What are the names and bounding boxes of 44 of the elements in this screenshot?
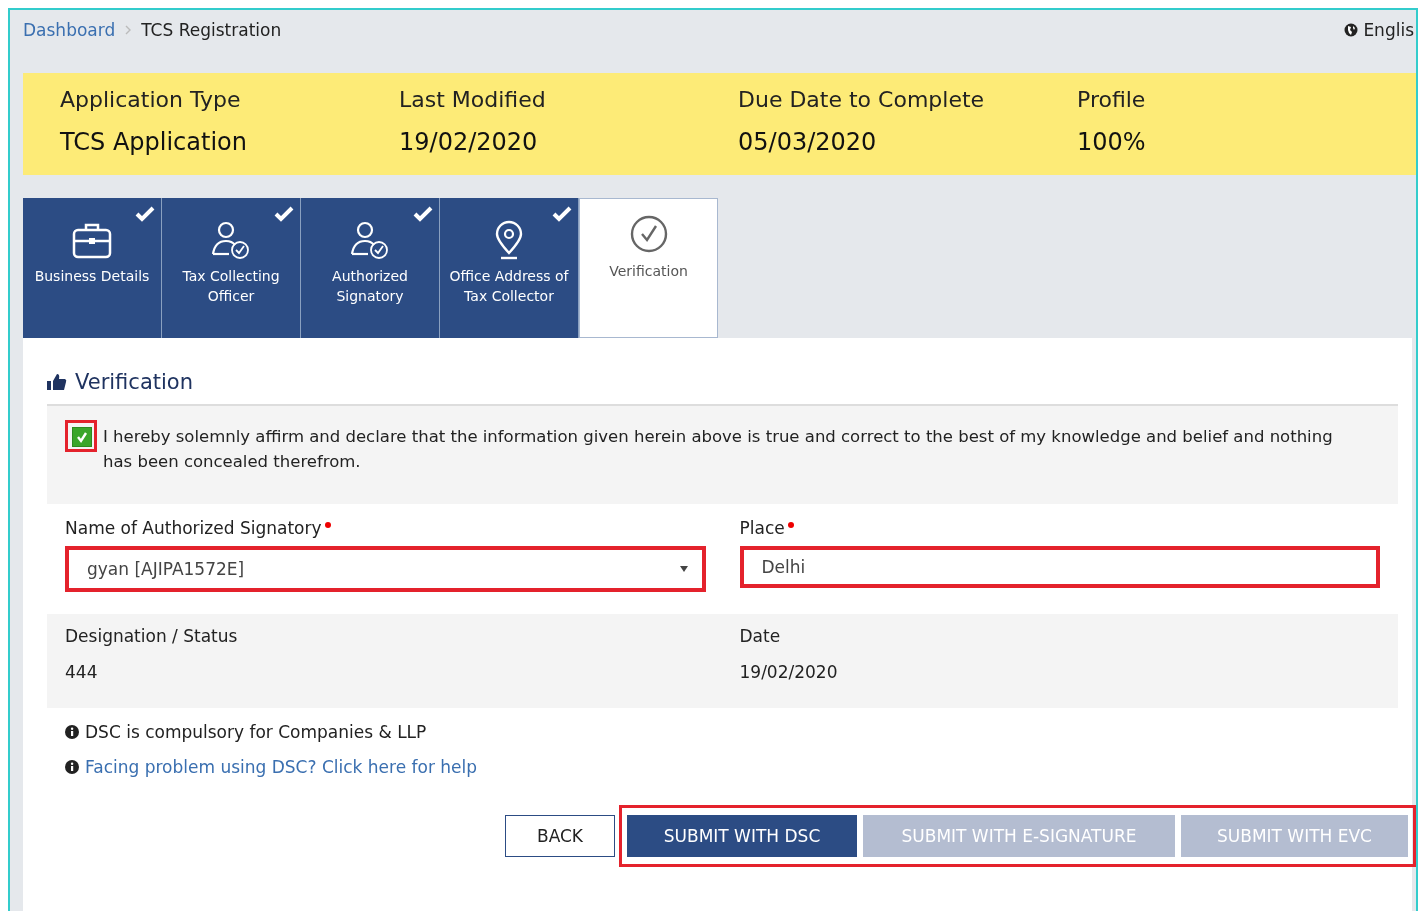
back-button[interactable]: BACK (505, 815, 615, 857)
info-icon (65, 725, 79, 739)
person-check-icon (210, 220, 252, 260)
checkmark-icon (274, 206, 294, 222)
language-link[interactable]: Englis (1344, 20, 1414, 40)
info-label: Designation / Status (65, 626, 239, 646)
summary-label: Application Type (60, 87, 242, 112)
caret-icon (679, 566, 688, 572)
info-value: 444 (65, 662, 99, 682)
summary-label: Last Modified (399, 87, 547, 112)
breadcrumb-link[interactable]: Dashboard (23, 20, 116, 40)
info-value: 19/02/2020 (739, 662, 839, 682)
person-check-icon (349, 220, 391, 260)
step-tab[interactable]: Office Address of Tax Collector (440, 198, 579, 338)
info-label: Date (739, 626, 782, 646)
declaration-text: I hereby solemnly affirm and declare that the information given herein above is true and correct to the best of my knowledge and belief and nothing has been concealed therefrom. (103, 426, 1334, 473)
note-text: DSC is compulsory for Companies & LLP (85, 722, 427, 742)
place-input-field[interactable]: Delhi (739, 546, 1380, 588)
breadcrumb-current: TCS Registration (141, 20, 282, 40)
checkmark-icon (552, 206, 572, 222)
help-link[interactable]: Facing problem using DSC? Click here for help (85, 757, 478, 777)
step-tab[interactable]: Authorized Signatory (301, 198, 440, 338)
submit-button[interactable]: SUBMIT WITH DSC (627, 815, 857, 857)
checkmark-icon (135, 206, 155, 222)
field-label: Name of Authorized Signatory (65, 518, 706, 538)
section-title: Verification (75, 370, 193, 394)
field-label: Place (739, 518, 1380, 538)
checkmark-icon (75, 430, 89, 444)
signatory-dropdown[interactable]: gyan [AJIPA1572E] (65, 546, 706, 592)
step-tab[interactable]: Business Details (23, 198, 162, 338)
summary-value: TCS Application (60, 128, 248, 156)
chevron-icon (125, 25, 132, 35)
checkmark-icon (413, 206, 433, 222)
thumbs-up-icon (47, 373, 67, 391)
summary-label: Profile (1077, 87, 1147, 112)
step-tab[interactable]: Tax Collecting Officer (162, 198, 301, 338)
summary-label: Due Date to Complete (738, 87, 986, 112)
summary-value: 100% (1077, 128, 1147, 156)
step-tab[interactable]: Verification (579, 198, 718, 338)
summary-value: 19/02/2020 (399, 128, 539, 156)
summary-value: 05/03/2020 (738, 128, 878, 156)
checkbox[interactable] (65, 420, 97, 452)
info-icon (65, 760, 79, 774)
globe-icon (1344, 23, 1359, 37)
